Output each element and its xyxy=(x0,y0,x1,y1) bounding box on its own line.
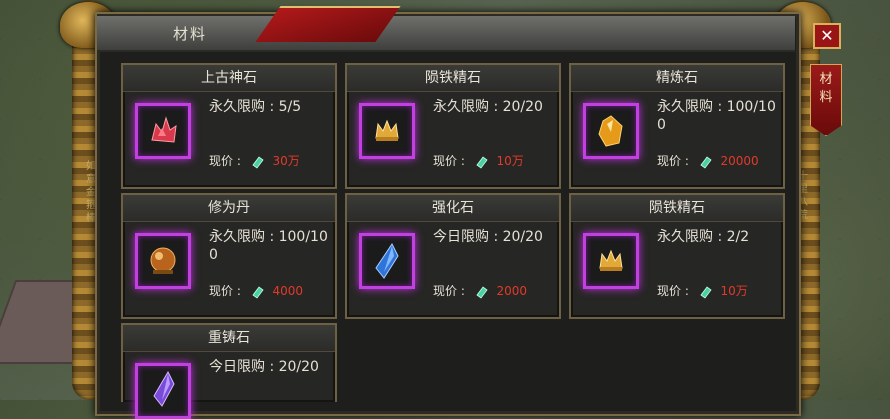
purchase-limit: 永久限购 : 5/5 xyxy=(209,99,302,115)
red-crystal-icon xyxy=(151,116,177,143)
price-row: 现价 : 20000 xyxy=(657,152,777,170)
purple-crystal-icon xyxy=(153,370,175,407)
blue-crystal-icon xyxy=(375,243,399,279)
price-value: 2000 xyxy=(496,284,528,298)
item-slot[interactable] xyxy=(135,363,191,419)
price-row: 现价 : 10万 xyxy=(433,152,553,170)
card-title: 强化石 xyxy=(347,195,559,222)
price-row: 现价 : 4000 xyxy=(209,282,329,300)
shop-card[interactable]: 陨铁精石 永久限购 : 2/2 现价 : 10万 xyxy=(569,193,785,319)
jade-currency-icon xyxy=(476,155,488,169)
card-title: 上古神石 xyxy=(123,65,335,92)
price-row: 现价 : 30万 xyxy=(209,152,329,170)
shop-card[interactable]: 上古神石 永久限购 : 5/5 现价 : 30万 xyxy=(121,63,337,189)
shop-card[interactable]: 精炼石 永久限购 : 100/100 现价 : 20000 xyxy=(569,63,785,189)
card-title: 陨铁精石 xyxy=(571,195,783,222)
purchase-limit: 永久限购 : 2/2 xyxy=(657,229,750,245)
card-title: 精炼石 xyxy=(571,65,783,92)
price-value: 4000 xyxy=(272,284,304,298)
card-title: 重铸石 xyxy=(123,325,335,352)
jade-currency-icon xyxy=(252,285,264,299)
shop-card[interactable]: 修为丹 永久限购 : 100/100 现价 : 4000 xyxy=(121,193,337,319)
side-tab-label: 材料 xyxy=(819,72,833,105)
item-slot[interactable] xyxy=(583,233,639,289)
card-title: 陨铁精石 xyxy=(347,65,559,92)
window-title: 材料 xyxy=(173,25,208,43)
jade-currency-icon xyxy=(252,155,264,169)
price-value: 20000 xyxy=(720,154,759,168)
price-label: 现价 : xyxy=(209,154,241,168)
jade-currency-icon xyxy=(476,285,488,299)
price-value: 10万 xyxy=(496,154,524,168)
price-label: 现价 : xyxy=(657,284,689,298)
purchase-limit: 永久限购 : 100/100 xyxy=(657,99,776,133)
side-tab-materials[interactable]: 材料 xyxy=(810,64,842,136)
price-label: 现价 : xyxy=(433,154,465,168)
close-button[interactable]: ✕ xyxy=(813,23,841,49)
purchase-limit: 今日限购 : 20/20 xyxy=(433,229,543,245)
golden-crown-icon xyxy=(375,119,399,141)
amber-stone-icon xyxy=(598,115,623,147)
orange-pill-icon xyxy=(150,247,176,274)
title-ribbon xyxy=(255,6,401,42)
purchase-limit: 永久限购 : 100/100 xyxy=(209,229,328,263)
shop-card[interactable]: 陨铁精石 永久限购 : 20/20 现价 : 10万 xyxy=(345,63,561,189)
item-slot[interactable] xyxy=(583,103,639,159)
jade-currency-icon xyxy=(700,155,712,169)
item-slot[interactable] xyxy=(359,233,415,289)
price-value: 10万 xyxy=(720,284,748,298)
purchase-limit: 今日限购 : 20/20 xyxy=(209,359,319,375)
item-slot[interactable] xyxy=(135,103,191,159)
golden-crown-icon xyxy=(599,249,623,271)
item-slot[interactable] xyxy=(359,103,415,159)
price-row: 现价 : 2000 xyxy=(433,282,553,300)
price-label: 现价 : xyxy=(209,284,241,298)
card-title: 修为丹 xyxy=(123,195,335,222)
price-label: 现价 : xyxy=(433,284,465,298)
title-bar: 材料 xyxy=(97,16,795,52)
price-row: 现价 : 10万 xyxy=(657,282,777,300)
purchase-limit: 永久限购 : 20/20 xyxy=(433,99,543,115)
shop-card[interactable]: 强化石 今日限购 : 20/20 现价 : 2000 xyxy=(345,193,561,319)
jade-currency-icon xyxy=(700,285,712,299)
price-value: 30万 xyxy=(272,154,300,168)
price-label: 现价 : xyxy=(657,154,689,168)
item-slot[interactable] xyxy=(135,233,191,289)
shop-card[interactable]: 重铸石 今日限购 : 20/20 xyxy=(121,323,337,419)
